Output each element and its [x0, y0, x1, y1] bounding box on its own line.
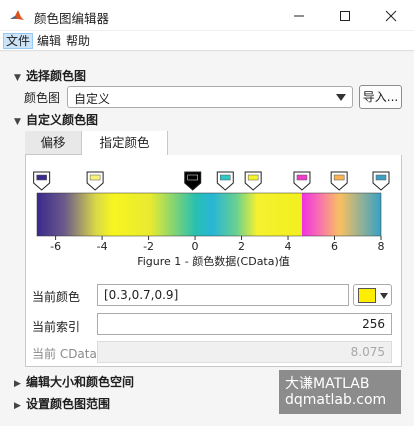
colormap-dropdown[interactable]: 自定义: [67, 86, 353, 108]
colorbar-gradient[interactable]: [36, 192, 382, 237]
colorbar-caption: Figure 1 - 颜色数据(CData)值: [137, 255, 290, 268]
marker-shape[interactable]: [293, 171, 311, 191]
color-marker[interactable]: [184, 171, 202, 191]
section-custom-colormap[interactable]: ▼ 自定义颜色图: [14, 111, 98, 128]
chevron-down-icon: [336, 94, 346, 101]
current-cdata-label: 当前 CData: [32, 347, 97, 361]
matlab-app-icon: [10, 10, 24, 20]
colorbar-ticks: -6 -4 -2 0 2 4 6 8: [50, 236, 385, 253]
tick-label: 0: [192, 240, 199, 253]
color-marker[interactable]: [330, 171, 348, 191]
watermark-line2: dqmatlab.com: [285, 392, 387, 408]
tab-specify-color[interactable]: 指定颜色: [82, 131, 168, 155]
expanded-triangle-icon: ▼: [14, 73, 21, 83]
section-size-colorspace[interactable]: ▶ 编辑大小和颜色空间: [14, 373, 134, 390]
collapsed-triangle-icon: ▶: [14, 401, 21, 411]
tick-label: -2: [143, 240, 154, 253]
colormap-label: 颜色图: [24, 91, 61, 105]
section-custom-colormap-header: 自定义颜色图: [26, 113, 99, 127]
title-bar: 颜色图编辑器: [0, 0, 414, 31]
color-swatch: [358, 288, 376, 303]
color-marker[interactable]: [216, 171, 234, 191]
colormap-dropdown-value: 自定义: [74, 92, 111, 106]
marker-shape[interactable]: [86, 171, 104, 191]
tick-label: 8: [378, 240, 385, 253]
watermark-line1: 大谦MATLAB: [285, 376, 370, 392]
maximize-icon: [340, 10, 350, 21]
marker-color-chip: [36, 174, 47, 181]
current-index-field[interactable]: 256: [97, 313, 392, 335]
tick-label: -4: [97, 240, 108, 253]
section-colormap-range[interactable]: ▶ 设置颜色图范围: [14, 395, 110, 412]
tab-offset[interactable]: 偏移: [25, 131, 82, 155]
close-button[interactable]: [368, 0, 414, 31]
current-color-label: 当前颜色: [32, 290, 81, 304]
tick-label: -6: [50, 240, 61, 253]
current-index-label: 当前索引: [32, 320, 81, 334]
color-marker[interactable]: [86, 171, 104, 191]
marker-color-chip: [296, 174, 308, 181]
expanded-triangle-icon: ▼: [14, 117, 21, 127]
menu-bar: 文件 编辑 帮助: [0, 31, 414, 51]
menu-file[interactable]: 文件: [3, 33, 34, 49]
marker-shape[interactable]: [330, 171, 348, 191]
color-picker-button[interactable]: [353, 284, 392, 306]
color-marker[interactable]: [244, 171, 262, 191]
menu-help[interactable]: 帮助: [64, 33, 92, 49]
import-button[interactable]: 导入...: [359, 85, 402, 109]
marker-shape[interactable]: [184, 171, 202, 191]
marker-color-chip: [247, 174, 259, 181]
marker-shape[interactable]: [216, 171, 234, 191]
color-marker[interactable]: [33, 171, 51, 191]
tab-strip: 偏移 指定颜色: [25, 131, 402, 155]
tick-label: 2: [238, 240, 245, 253]
watermark: 大谦MATLAB dqmatlab.com: [279, 370, 401, 414]
marker-color-chip: [333, 174, 345, 181]
marker-color-chip: [220, 174, 231, 181]
minimize-icon: [294, 15, 304, 16]
color-markers[interactable]: [33, 171, 390, 191]
section-size-colorspace-header: 编辑大小和颜色空间: [26, 375, 135, 389]
tick-label: 6: [331, 240, 338, 253]
marker-shape[interactable]: [372, 171, 390, 191]
collapsed-triangle-icon: ▶: [14, 379, 21, 389]
current-cdata-field: 8.075: [97, 341, 392, 363]
window-title: 颜色图编辑器: [34, 11, 110, 26]
color-marker[interactable]: [293, 171, 311, 191]
menu-edit[interactable]: 编辑: [35, 33, 63, 49]
tick-label: 4: [285, 240, 292, 253]
close-icon: [385, 10, 397, 21]
section-select-colormap[interactable]: ▼ 选择颜色图: [14, 67, 86, 84]
marker-shape[interactable]: [244, 171, 262, 191]
marker-color-chip: [89, 174, 101, 181]
current-color-field[interactable]: [0.3,0.7,0.9]: [97, 284, 349, 306]
maximize-button[interactable]: [322, 0, 368, 31]
color-marker[interactable]: [372, 171, 390, 191]
section-colormap-range-header: 设置颜色图范围: [26, 397, 111, 411]
marker-shape[interactable]: [33, 171, 51, 191]
chevron-down-icon: [380, 293, 388, 299]
marker-color-chip: [187, 174, 198, 181]
marker-color-chip: [375, 174, 387, 181]
minimize-button[interactable]: [276, 0, 322, 31]
section-select-colormap-header: 选择颜色图: [26, 69, 87, 83]
